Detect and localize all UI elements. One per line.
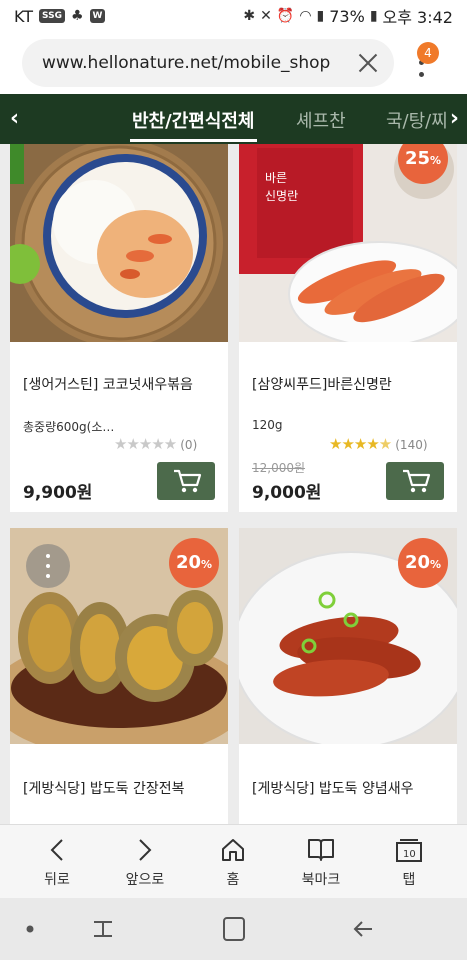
clear-url-icon[interactable] xyxy=(356,51,380,75)
rating-stars: ★★★★★ (0) xyxy=(114,435,198,453)
recent-apps-icon xyxy=(94,921,112,937)
battery-level: 73% xyxy=(329,6,365,26)
home-icon xyxy=(193,835,273,865)
status-bar: KT SSG ♣ W ✱ ✕ ⏰ ◠ ▮ 73% ▮ 오후 3:42 xyxy=(0,0,467,32)
cart-icon xyxy=(174,469,202,493)
menu-dot-icon xyxy=(46,564,50,568)
system-nav-bar xyxy=(0,898,467,960)
wifi-icon: ◠ xyxy=(299,8,312,24)
menu-dot-icon xyxy=(46,554,50,558)
cart-icon xyxy=(403,469,431,493)
system-back-icon xyxy=(353,921,372,937)
package-label: 바른 xyxy=(265,171,287,185)
product-card[interactable]: [생어거스틴] 코코넛새우볶음 총중량600g(소… ★★★★★ (0) 9,90… xyxy=(10,144,228,512)
original-price: 12,000원 xyxy=(252,461,306,475)
more-options-button[interactable] xyxy=(26,544,70,588)
tabs-button[interactable]: 10 탭 xyxy=(369,835,449,889)
product-name[interactable]: [게방식당] 밥도둑 간장전복 xyxy=(23,778,223,798)
url-input[interactable] xyxy=(42,53,332,73)
product-card[interactable]: 20% [게방식당] 밥도둑 양념새우 xyxy=(239,528,457,824)
address-bar[interactable] xyxy=(22,39,394,87)
clock: 오후 3:42 xyxy=(382,8,453,27)
forward-icon xyxy=(105,835,185,865)
menu-dot-icon xyxy=(419,72,424,77)
bookmark-icon xyxy=(281,835,361,865)
chevron-left-icon[interactable]: ‹ xyxy=(10,106,19,131)
product-price: 9,900원 xyxy=(23,483,93,503)
package-label-2: 신명란 xyxy=(265,189,298,203)
product-weight: 120g xyxy=(252,418,283,432)
tab-count-badge: 4 xyxy=(417,42,439,64)
back-icon xyxy=(17,835,97,865)
w-app-icon: W xyxy=(89,9,106,23)
app-icon: ♣ xyxy=(70,8,84,24)
alarm-icon: ⏰ xyxy=(276,8,295,24)
product-name[interactable]: [생어거스틴] 코코넛새우볶음 xyxy=(23,374,223,394)
bluetooth-icon: ✱ xyxy=(243,8,256,24)
ssg-app-icon: SSG xyxy=(39,9,65,23)
browser-toolbar xyxy=(0,32,467,94)
home-button[interactable]: 홈 xyxy=(193,835,273,889)
tab-count: 10 xyxy=(403,849,416,860)
battery-icon: ▮ xyxy=(369,8,378,24)
product-card[interactable]: 20% [게방식당] 밥도둑 간장전복 xyxy=(10,528,228,824)
rating-stars: ★★★★★ (140) xyxy=(329,435,428,453)
add-to-cart-button[interactable] xyxy=(386,462,444,500)
menu-dot-icon xyxy=(46,574,50,578)
bookmark-button[interactable]: 북마크 xyxy=(281,835,361,889)
tabs-icon: 10 xyxy=(369,835,449,865)
back-button[interactable]: 뒤로 xyxy=(17,835,97,889)
chevron-right-icon[interactable]: › xyxy=(450,106,459,131)
signal-icon: ▮ xyxy=(316,8,325,24)
product-weight: 총중량600g(소… xyxy=(23,420,115,434)
product-name[interactable]: [게방식당] 밥도둑 양념새우 xyxy=(252,778,452,798)
nav-dot-icon xyxy=(26,925,34,933)
carrier: KT xyxy=(14,6,34,26)
discount-badge: 20% xyxy=(169,538,219,588)
category-nav: ‹ 반찬/간편식전체 셰프찬 국/탕/찌 › xyxy=(0,94,467,144)
product-name[interactable]: [삼양씨푸드]바른신명란 xyxy=(252,374,452,394)
review-count: (0) xyxy=(180,438,198,452)
tab-chef-dishes[interactable]: 셰프찬 xyxy=(296,107,346,133)
product-price: 9,000원 xyxy=(252,483,322,503)
mute-icon: ✕ xyxy=(260,8,272,24)
forward-button[interactable]: 앞으로 xyxy=(105,835,185,889)
product-image[interactable] xyxy=(10,144,228,342)
browser-bottom-nav: 뒤로 앞으로 홈 북마크 10 탭 xyxy=(0,824,467,898)
product-grid: [생어거스틴] 코코넛새우볶음 총중량600g(소… ★★★★★ (0) 9,90… xyxy=(0,144,467,824)
home-square-icon xyxy=(223,917,245,941)
discount-badge: 20% xyxy=(398,538,448,588)
tab-soup[interactable]: 국/탕/찌 xyxy=(386,107,448,133)
tab-all-side-dishes[interactable]: 반찬/간편식전체 xyxy=(130,107,256,142)
screen: KT SSG ♣ W ✱ ✕ ⏰ ◠ ▮ 73% ▮ 오후 3:42 4 ‹ xyxy=(0,0,467,960)
add-to-cart-button[interactable] xyxy=(157,462,215,500)
review-count: (140) xyxy=(395,438,428,452)
product-card[interactable]: 바른 신명란 25% [삼양씨푸드]바른신명란 120g ★★★★★ (140) … xyxy=(239,144,457,512)
